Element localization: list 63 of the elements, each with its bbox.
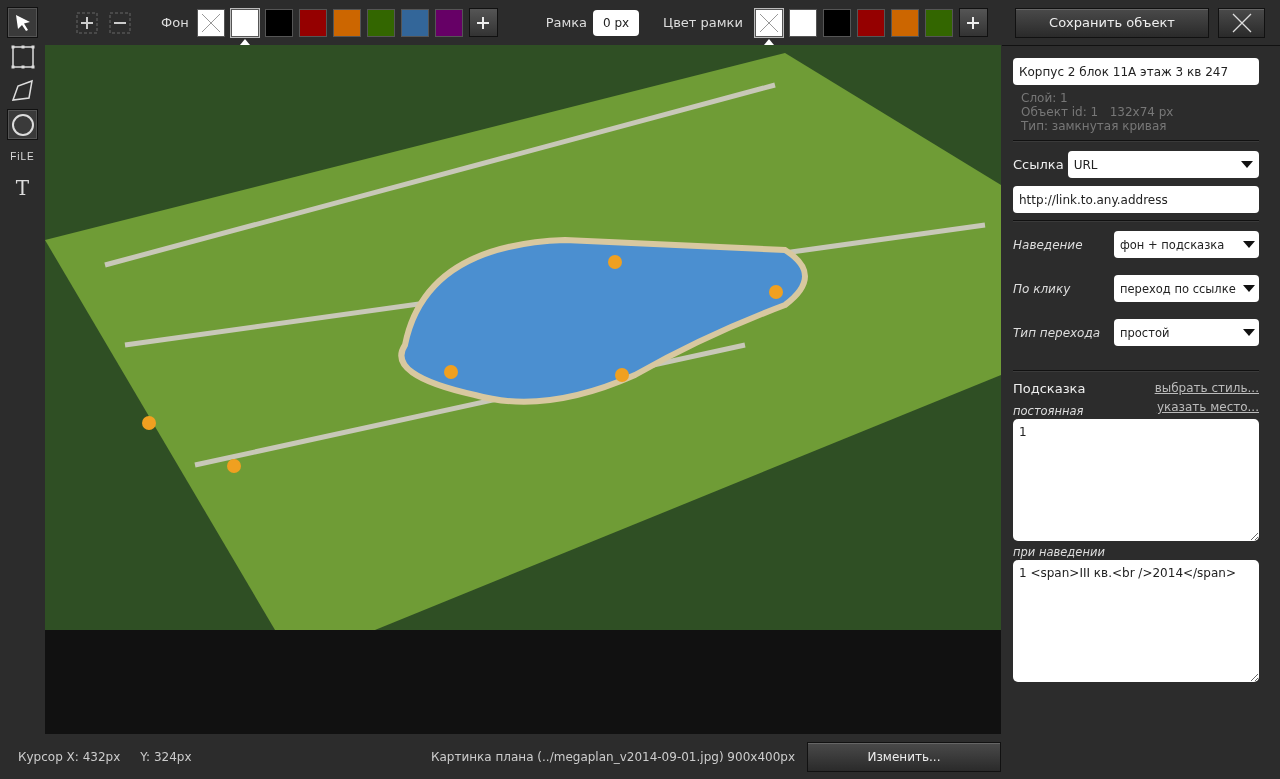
plus-icon bbox=[476, 15, 491, 30]
link-label: Ссылка bbox=[1013, 157, 1064, 172]
add-color-button[interactable] bbox=[958, 8, 988, 37]
change-image-button[interactable]: Изменить... bbox=[807, 741, 1001, 772]
ellipse-tool[interactable] bbox=[7, 109, 38, 140]
setting-dropdown[interactable]: фон + подсказка bbox=[1114, 231, 1259, 258]
color-swatch[interactable] bbox=[856, 8, 885, 37]
plus-icon bbox=[966, 15, 981, 30]
object-name-field[interactable]: Корпус 2 блок 11А этаж 3 кв 247 bbox=[1013, 58, 1259, 85]
pointer-icon bbox=[13, 13, 32, 32]
setting-label: Наведение bbox=[1013, 237, 1083, 252]
pointer-tool[interactable] bbox=[7, 7, 38, 38]
plan-image-info: Картинка плана (../megaplan_v2014-09-01.jpg) 900x400px bbox=[430, 749, 795, 764]
tooltip-text-area[interactable]: 1 bbox=[1013, 419, 1259, 541]
color-swatch[interactable] bbox=[264, 8, 293, 37]
file-tool[interactable]: FiLE bbox=[7, 143, 38, 169]
text-tool[interactable]: T bbox=[7, 172, 38, 203]
caret-icon bbox=[1241, 161, 1253, 168]
color-swatch[interactable] bbox=[924, 8, 953, 37]
color-swatch[interactable] bbox=[890, 8, 919, 37]
border-color-label: Цвет рамки bbox=[663, 15, 743, 30]
setting-label: Тип перехода bbox=[1013, 325, 1101, 340]
polygon-icon bbox=[10, 78, 35, 103]
object-info-text: Слой: 1 bbox=[1021, 91, 1069, 105]
caret-icon bbox=[1243, 329, 1255, 336]
zoom-out-icon bbox=[109, 11, 131, 34]
color-swatch[interactable] bbox=[332, 8, 361, 37]
color-swatch[interactable] bbox=[298, 8, 327, 37]
color-swatch[interactable] bbox=[788, 8, 817, 37]
color-swatch[interactable] bbox=[400, 8, 429, 37]
color-swatch[interactable] bbox=[366, 8, 395, 37]
tooltip-field-label: при наведении bbox=[1013, 545, 1105, 559]
cursor-x-text: Курсор X: 432px bbox=[18, 749, 121, 764]
no-color-swatch[interactable] bbox=[196, 8, 225, 37]
tooltip-link[interactable]: выбрать стиль... bbox=[1154, 381, 1259, 396]
object-info-text: Объект id: 1 132x74 px bbox=[1021, 105, 1175, 119]
add-color-button[interactable] bbox=[468, 8, 498, 37]
url-field[interactable]: http://link.to.any.address bbox=[1013, 186, 1259, 213]
no-color-swatch[interactable] bbox=[754, 8, 783, 37]
setting-dropdown[interactable]: переход по ссылке bbox=[1114, 275, 1259, 302]
setting-label: По клику bbox=[1013, 281, 1071, 296]
close-button[interactable] bbox=[1218, 7, 1265, 38]
tooltip-label: Подсказка bbox=[1013, 381, 1086, 396]
background-label: Фон bbox=[161, 15, 189, 30]
border-width-field[interactable]: 0 px bbox=[593, 9, 640, 36]
cursor-y-text: Y: 324px bbox=[140, 749, 192, 764]
border-label: Рамка bbox=[545, 15, 588, 30]
rectangle-icon bbox=[10, 44, 35, 69]
tooltip-field-label: постоянная bbox=[1013, 404, 1084, 418]
close-icon bbox=[1231, 12, 1252, 33]
color-swatch[interactable] bbox=[434, 8, 463, 37]
save-button[interactable]: Сохранить объект bbox=[1015, 7, 1209, 38]
caret-icon bbox=[1243, 241, 1255, 248]
tooltip-link[interactable]: указать место... bbox=[1156, 400, 1259, 414]
circle-icon bbox=[10, 112, 35, 137]
link-type-dropdown[interactable]: URL bbox=[1067, 151, 1259, 178]
object-info-text: Тип: замкнутая кривая bbox=[1021, 119, 1168, 133]
color-swatch[interactable] bbox=[822, 8, 851, 37]
zoom-in-icon bbox=[76, 11, 98, 34]
caret-icon bbox=[1243, 285, 1255, 292]
setting-dropdown[interactable]: простой bbox=[1114, 319, 1259, 346]
color-swatch[interactable] bbox=[230, 8, 259, 37]
tooltip-text-area[interactable]: 1 <span>III кв.<br />2014</span> bbox=[1013, 560, 1259, 682]
